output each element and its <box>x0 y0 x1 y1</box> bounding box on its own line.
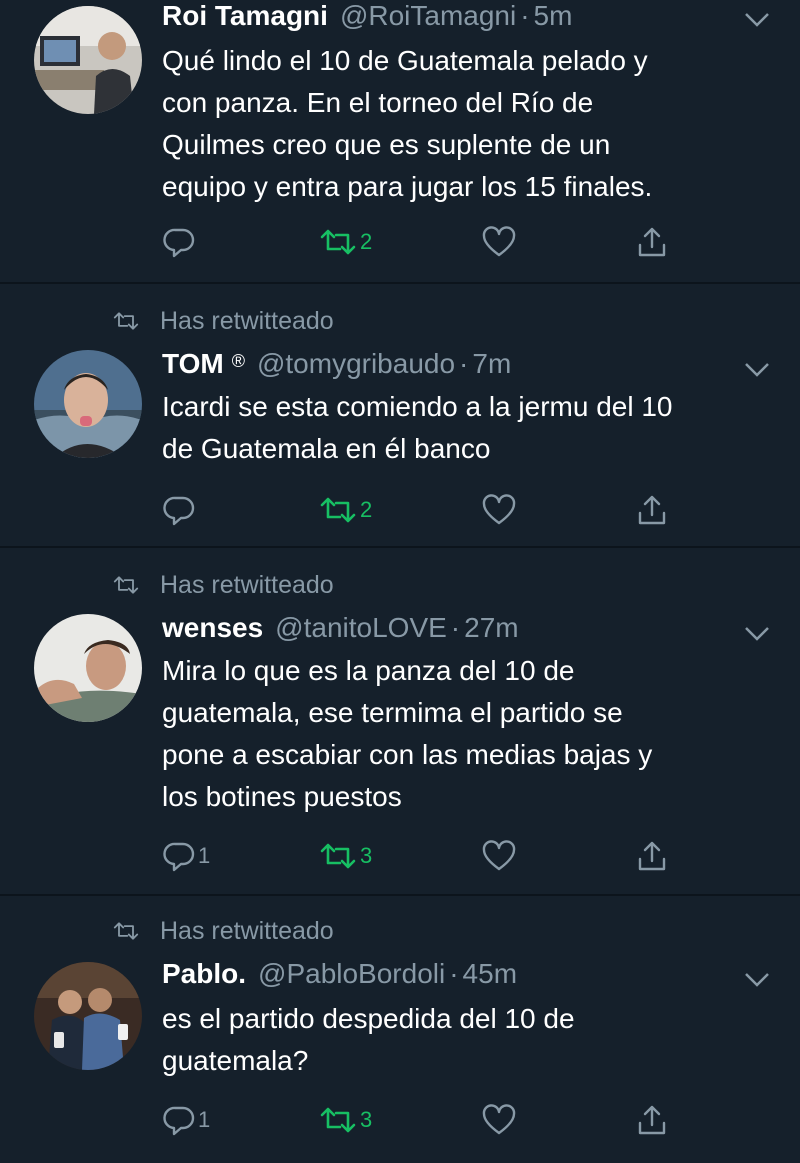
like-button[interactable] <box>482 1100 518 1140</box>
tweet-actions: 2 <box>0 222 800 262</box>
tweet-actions: 2 <box>0 490 800 530</box>
tweet-actions: 1 3 <box>0 1100 800 1140</box>
reply-button[interactable]: 1 <box>162 836 210 876</box>
share-icon <box>638 227 666 257</box>
chevron-down-icon[interactable] <box>744 972 770 988</box>
tweet-header: Pablo. @PabloBordoli · 45m <box>162 958 730 994</box>
display-name[interactable]: TOM <box>162 348 224 380</box>
retweeted-icon <box>113 922 139 940</box>
retweeted-label: Has retwitteado <box>160 570 334 599</box>
reply-count: 1 <box>198 1107 211 1132</box>
retweet-count: 3 <box>360 843 373 868</box>
timeline: Roi Tamagni @RoiTamagni · 5m Qué lindo e… <box>0 0 800 1163</box>
timestamp[interactable]: 5m <box>534 0 573 32</box>
display-name[interactable]: Roi Tamagni <box>162 0 328 32</box>
avatar[interactable] <box>34 962 142 1070</box>
separator-dot: · <box>520 0 530 31</box>
share-button[interactable] <box>636 490 668 530</box>
retweet-icon <box>320 1107 356 1133</box>
retweet-button[interactable]: 3 <box>318 1100 372 1140</box>
like-button[interactable] <box>482 836 518 876</box>
retweet-count: 3 <box>360 1107 373 1132</box>
timestamp[interactable]: 27m <box>464 612 518 644</box>
retweeted-indicator: Has retwitteado <box>112 916 334 946</box>
share-button[interactable] <box>636 836 668 876</box>
share-button[interactable] <box>636 222 668 262</box>
reply-button[interactable] <box>162 490 198 530</box>
handle[interactable]: @PabloBordoli <box>258 958 445 990</box>
tweet-text: Qué lindo el 10 de Guatemala pelado y co… <box>162 45 653 202</box>
separator-dot: · <box>449 958 459 989</box>
handle[interactable]: @tomygribaudo <box>257 348 455 380</box>
separator-dot: · <box>459 348 469 379</box>
reply-icon <box>163 842 195 872</box>
chevron-down-icon[interactable] <box>744 12 770 28</box>
retweet-button[interactable]: 3 <box>318 836 372 876</box>
tweet-text: Icardi se esta comiendo a la jermu del 1… <box>162 391 673 464</box>
retweet-button[interactable]: 2 <box>318 490 372 530</box>
display-name[interactable]: Pablo. <box>162 958 246 990</box>
share-icon <box>638 1105 666 1135</box>
like-icon <box>482 226 516 257</box>
timestamp[interactable]: 7m <box>472 348 511 380</box>
separator-dot: · <box>450 612 461 643</box>
retweet-button[interactable]: 2 <box>318 222 372 262</box>
retweet-icon <box>320 229 356 255</box>
reply-icon <box>163 496 195 526</box>
avatar[interactable] <box>34 614 142 722</box>
retweeted-label: Has retwitteado <box>160 306 334 335</box>
share-button[interactable] <box>636 1100 668 1140</box>
share-icon <box>638 495 666 525</box>
share-icon <box>638 841 666 871</box>
retweet-icon <box>320 843 356 869</box>
registered-badge: ® <box>231 351 245 371</box>
handle[interactable]: @RoiTamagni <box>340 0 516 32</box>
like-icon <box>482 494 516 525</box>
retweet-count: 2 <box>360 497 373 522</box>
reply-button[interactable] <box>162 222 198 262</box>
retweeted-icon <box>113 312 139 330</box>
tweet[interactable]: Has retwitteado TOM ® @tomygribaudo · 7m… <box>0 284 800 548</box>
tweet-header: Roi Tamagni @RoiTamagni · 5m <box>162 0 730 36</box>
timestamp[interactable]: 45m <box>463 958 517 990</box>
tweet-actions: 1 3 <box>0 836 800 876</box>
retweet-icon <box>320 497 356 523</box>
like-icon <box>482 840 516 871</box>
avatar[interactable] <box>34 350 142 458</box>
reply-button[interactable]: 1 <box>162 1100 210 1140</box>
tweet-header: wenses @tanitoLOVE · 27m <box>162 612 730 648</box>
reply-icon <box>163 1106 195 1136</box>
handle[interactable]: @tanitoLOVE <box>275 612 447 644</box>
avatar[interactable] <box>34 6 142 114</box>
display-name[interactable]: wenses <box>162 612 263 644</box>
tweet[interactable]: Has retwitteado Pablo. @PabloBordoli · 4… <box>0 896 800 1163</box>
tweet[interactable]: Roi Tamagni @RoiTamagni · 5m Qué lindo e… <box>0 0 800 284</box>
retweeted-icon <box>113 576 139 594</box>
like-button[interactable] <box>482 222 518 262</box>
tweet-header: TOM ® @tomygribaudo · 7m <box>162 348 730 384</box>
reply-icon <box>163 228 195 258</box>
reply-count: 1 <box>198 843 211 868</box>
retweeted-label: Has retwitteado <box>160 916 334 945</box>
retweeted-indicator: Has retwitteado <box>112 306 334 336</box>
like-icon <box>482 1104 516 1135</box>
tweet-text: Mira lo que es la panza del 10 de guatem… <box>162 655 653 812</box>
retweet-count: 2 <box>360 229 373 254</box>
chevron-down-icon[interactable] <box>744 362 770 378</box>
tweet-text: es el partido despedida del 10 de guatem… <box>162 1003 575 1076</box>
like-button[interactable] <box>482 490 518 530</box>
retweeted-indicator: Has retwitteado <box>112 570 334 600</box>
chevron-down-icon[interactable] <box>744 626 770 642</box>
tweet[interactable]: Has retwitteado wenses @tanitoLOVE · 27m… <box>0 548 800 896</box>
